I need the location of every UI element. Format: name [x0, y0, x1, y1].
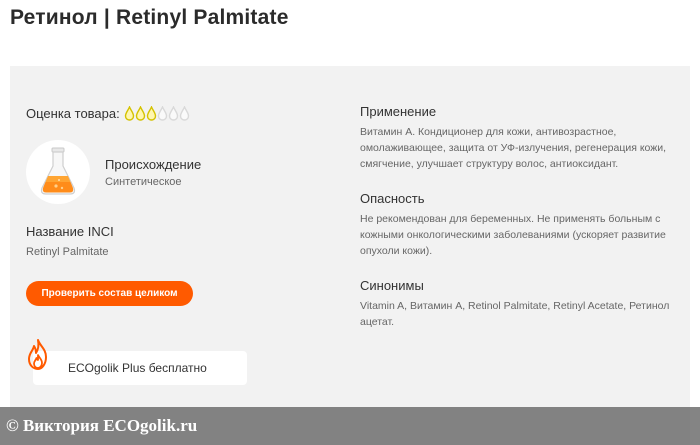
origin-value: Синтетическое	[105, 176, 182, 188]
danger-title: Опасность	[360, 191, 425, 206]
ingredient-card: Оценка товара: Происхождение Синтетическ…	[10, 66, 690, 445]
page-title: Ретинол | Retinyl Palmitate	[10, 6, 289, 29]
danger-text: Не рекомендован для беременных. Не приме…	[360, 213, 666, 257]
rating-drops	[124, 106, 190, 121]
rating-row: Оценка товара:	[26, 106, 190, 121]
usage-title: Применение	[360, 104, 437, 119]
flask-icon	[26, 140, 90, 204]
ecogolik-plus-label: ECOgolik Plus бесплатно	[68, 361, 207, 375]
rating-label: Оценка товара:	[26, 106, 120, 121]
usage-text: Витамин А. Кондиционер для кожи, антивоз…	[360, 126, 667, 170]
origin-label: Происхождение	[105, 157, 202, 172]
rating-drop-empty-icon	[179, 106, 189, 121]
watermark-text: © Виктория ECOgolik.ru	[6, 416, 198, 435]
inci-value: Retinyl Palmitate	[26, 246, 109, 258]
rating-drop-empty-icon	[168, 106, 178, 121]
rating-drop-filled-icon	[135, 106, 145, 121]
rating-drop-filled-icon	[146, 106, 156, 121]
watermark-bar: © Виктория ECOgolik.ru	[0, 407, 700, 445]
synonyms-text: Vitamin A, Витамин А, Retinol Palmitate,…	[360, 300, 670, 328]
rating-drop-empty-icon	[157, 106, 167, 121]
flame-icon	[24, 338, 52, 372]
check-composition-button[interactable]: Проверить состав целиком	[26, 281, 193, 306]
inci-label: Название INCI	[26, 224, 114, 239]
synonyms-title: Синонимы	[360, 278, 424, 293]
ecogolik-plus-link[interactable]: ECOgolik Plus бесплатно	[33, 351, 247, 385]
rating-drop-filled-icon	[124, 106, 134, 121]
